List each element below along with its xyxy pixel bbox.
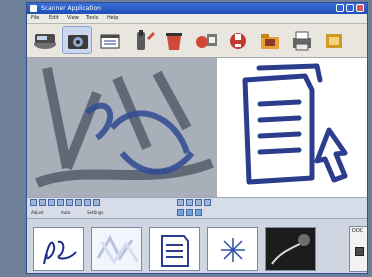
delete-tool-button[interactable] xyxy=(159,26,189,54)
photo-thumbnail xyxy=(266,228,315,270)
camera-tool-button[interactable] xyxy=(62,26,92,54)
menu-tools[interactable]: Tools xyxy=(86,14,98,23)
application-window: Scanner Application File Edit View Tools… xyxy=(26,2,368,274)
image-viewer[interactable] xyxy=(27,58,367,197)
image-controls xyxy=(27,197,367,208)
actual-size-button[interactable] xyxy=(204,199,211,206)
fit-button[interactable] xyxy=(195,199,202,206)
bw-button[interactable] xyxy=(195,209,202,216)
thumbnail-pattern[interactable] xyxy=(91,227,142,271)
adjust-label: Adjust xyxy=(31,210,44,215)
zoom-out-button[interactable] xyxy=(93,199,100,206)
app-icon xyxy=(30,5,37,12)
exit-tool-button[interactable] xyxy=(319,26,349,54)
auto-label: Auto xyxy=(61,210,71,215)
title-bar: Scanner Application xyxy=(27,3,367,14)
maximize-button[interactable] xyxy=(346,4,354,12)
thumbnail-signature[interactable] xyxy=(33,227,84,271)
settings-tool-button[interactable] xyxy=(191,26,221,54)
camera-icon xyxy=(68,35,88,49)
next-button[interactable] xyxy=(48,199,55,206)
document-thumbnail xyxy=(161,235,189,267)
thumbnail-star[interactable] xyxy=(207,227,258,271)
toolbar xyxy=(27,24,367,58)
menu-help[interactable]: Help xyxy=(107,14,118,23)
menu-view[interactable]: View xyxy=(67,14,79,23)
thumbnail-document[interactable] xyxy=(149,227,200,271)
last-page-button[interactable] xyxy=(57,199,64,206)
printer-icon xyxy=(293,31,311,51)
edit-tool-button[interactable] xyxy=(127,26,157,54)
color-mode-button[interactable] xyxy=(177,209,184,216)
folder-open-icon xyxy=(100,34,120,49)
exit-icon xyxy=(326,34,342,48)
menu-file[interactable]: File xyxy=(31,14,39,23)
print-tool-button[interactable] xyxy=(287,26,317,54)
menu-edit[interactable]: Edit xyxy=(49,14,59,23)
thumbnail-photo[interactable] xyxy=(265,227,316,271)
settings-icon xyxy=(196,34,217,48)
settings-label: Settings xyxy=(87,210,104,215)
close-button[interactable] xyxy=(356,4,364,12)
scroll-left-button[interactable] xyxy=(177,199,184,206)
rotate-button[interactable] xyxy=(66,199,73,206)
scanner-tool-button[interactable] xyxy=(30,26,60,54)
folder-icon xyxy=(261,34,279,49)
previous-button[interactable] xyxy=(39,199,46,206)
pattern-thumbnail xyxy=(92,228,141,270)
help-icon xyxy=(230,33,246,49)
delete-icon xyxy=(166,33,182,50)
preview-image xyxy=(27,58,367,197)
open-tool-button[interactable] xyxy=(95,26,125,54)
folder-tool-button[interactable] xyxy=(255,26,285,54)
minimize-button[interactable] xyxy=(336,4,344,12)
scroll-right-button[interactable] xyxy=(186,199,193,206)
tool-icon xyxy=(137,30,155,50)
menu-bar: File Edit View Tools Help xyxy=(27,14,367,24)
document-panel: DOC xyxy=(349,226,367,272)
adjust-controls: Adjust Auto Settings xyxy=(27,208,367,219)
window-title: Scanner Application xyxy=(41,5,101,12)
star-thumbnail xyxy=(221,238,245,262)
help-tool-button[interactable] xyxy=(223,26,253,54)
first-page-button[interactable] xyxy=(30,199,37,206)
crop-button[interactable] xyxy=(75,199,82,206)
grayscale-button[interactable] xyxy=(186,209,193,216)
signature-thumbnail xyxy=(43,240,77,265)
zoom-in-button[interactable] xyxy=(84,199,91,206)
scanner-icon xyxy=(34,34,56,49)
thumbnail-strip: DOC xyxy=(27,219,367,273)
panel-arrow-button[interactable] xyxy=(355,247,364,256)
document-panel-label: DOC xyxy=(352,228,364,234)
